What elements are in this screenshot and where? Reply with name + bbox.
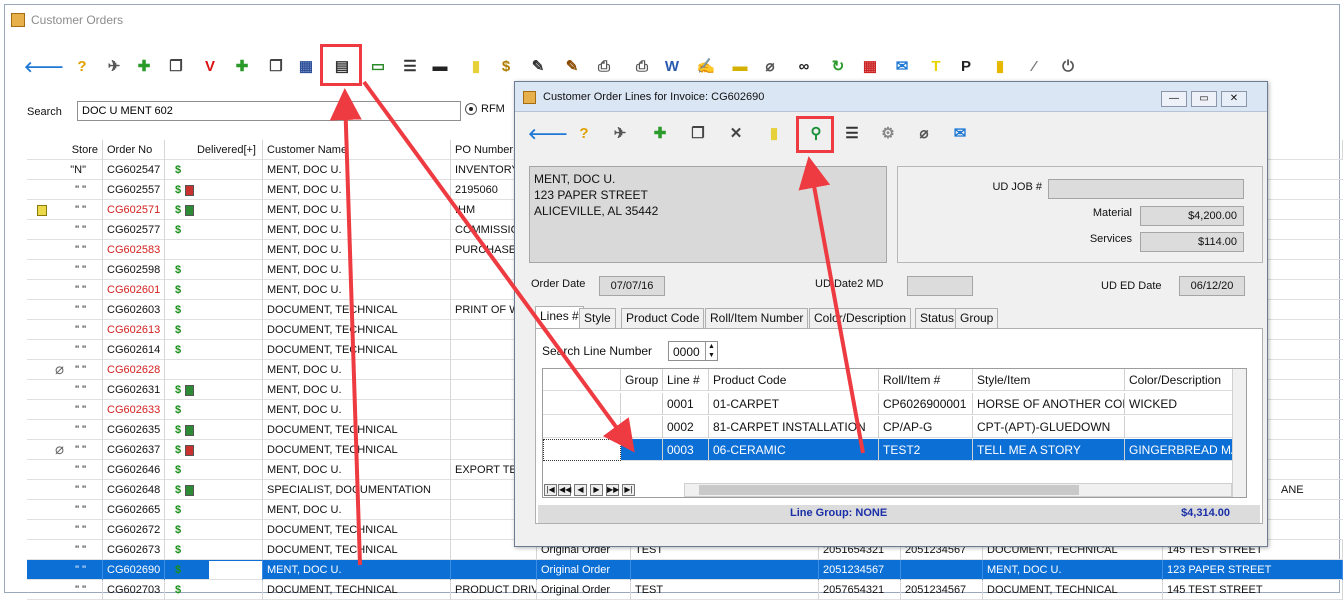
arrow-to-selected-line xyxy=(362,80,635,453)
arrow-to-invoice-button xyxy=(329,88,362,566)
arrow-to-magnifier xyxy=(798,156,865,454)
annotation-arrows xyxy=(329,80,865,566)
